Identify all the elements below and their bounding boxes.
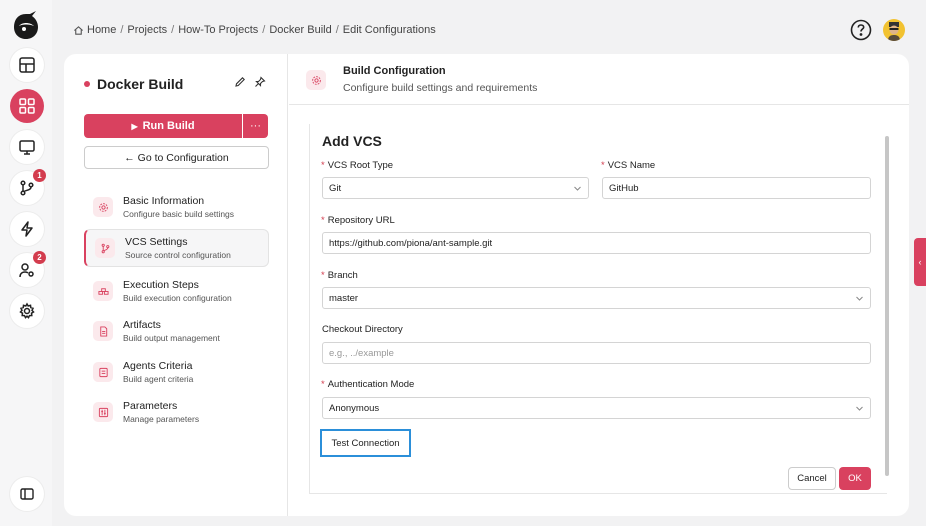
rail-users-button[interactable]: 2 — [10, 251, 46, 287]
pin-icon[interactable] — [254, 76, 266, 88]
checkout-directory-label: Checkout Directory — [322, 324, 403, 335]
authentication-mode-select[interactable]: Anonymous — [322, 397, 871, 419]
repository-url-input[interactable]: https://github.com/piona/ant-sample.git — [322, 232, 871, 254]
run-build-button[interactable]: ▶ Run Build — [84, 114, 242, 138]
panel-title: Build Configuration — [343, 65, 446, 77]
app-logo-icon[interactable] — [10, 8, 42, 42]
table-layout-icon — [19, 57, 35, 73]
nav-vcs-settings[interactable]: VCS Settings Source control configuration — [84, 229, 269, 267]
vcs-name-input[interactable]: GitHub — [602, 177, 871, 199]
nav-basic-information[interactable]: Basic Information Configure basic build s… — [84, 188, 269, 226]
user-avatar[interactable] — [883, 19, 905, 41]
cancel-button[interactable]: Cancel — [788, 467, 836, 490]
more-dots-icon: ··· — [250, 120, 261, 132]
vcs-name-label: * VCS Name — [601, 160, 656, 171]
rail-dashboard-button[interactable] — [10, 48, 44, 82]
sidebar-panel-icon — [20, 488, 34, 500]
home-icon — [74, 25, 83, 35]
branch-select[interactable]: master — [322, 287, 871, 309]
lightning-icon — [21, 221, 33, 237]
steps-icon — [97, 287, 109, 295]
vcs-root-type-label: * VCS Root Type — [321, 160, 394, 171]
main-card: Docker Build ▶ Run Build ··· ← Go to Con… — [64, 54, 909, 516]
status-dot — [84, 81, 90, 87]
server-icon — [98, 367, 108, 377]
nav-agents-criteria[interactable]: Agents Criteria Build agent criteria — [84, 353, 269, 391]
panel-collapse-tab[interactable]: ‹ — [914, 238, 926, 286]
go-to-configuration-button[interactable]: ← Go to Configuration — [84, 146, 269, 169]
file-icon — [99, 325, 107, 337]
rail-projects-button[interactable] — [10, 89, 44, 123]
breadcrumb-current: Edit Configurations — [342, 24, 436, 36]
chevron-down-icon — [856, 296, 863, 301]
run-options-button[interactable]: ··· — [243, 114, 268, 138]
users-badge: 2 — [33, 251, 46, 264]
form-title: Add VCS — [322, 133, 382, 149]
form-scrollbar[interactable] — [885, 136, 889, 476]
gear-icon — [19, 302, 35, 319]
chevron-down-icon — [574, 186, 581, 191]
panel-header: Build Configuration Configure build sett… — [289, 54, 909, 105]
left-rail: 1 2 — [0, 0, 52, 526]
monitor-icon — [19, 140, 35, 155]
config-sidebar: Docker Build ▶ Run Build ··· ← Go to Con… — [64, 54, 288, 516]
gear-icon — [98, 202, 108, 212]
git-branch-icon — [20, 180, 34, 196]
ok-button[interactable]: OK — [839, 467, 871, 490]
rail-branches-button[interactable]: 1 — [10, 169, 46, 205]
grid-icon — [19, 98, 35, 114]
avatar-face-icon — [888, 22, 900, 41]
branch-label: * Branch — [321, 270, 358, 281]
build-title: Docker Build — [84, 76, 183, 92]
rail-agents-button[interactable] — [10, 130, 44, 164]
nav-parameters[interactable]: Parameters Manage parameters — [84, 393, 269, 431]
panel-subtitle: Configure build settings and requirement… — [343, 82, 538, 94]
edit-pencil-icon[interactable] — [234, 76, 246, 88]
breadcrumb-home[interactable]: Home — [87, 24, 116, 36]
authentication-mode-label: * Authentication Mode — [321, 379, 415, 390]
checkout-directory-input[interactable]: e.g., ../example — [322, 342, 871, 364]
breadcrumb: Home / Projects / How-To Projects / Dock… — [73, 24, 436, 36]
sliders-icon — [98, 407, 108, 417]
branches-badge: 1 — [33, 169, 46, 182]
nav-artifacts[interactable]: Artifacts Build output management — [84, 312, 269, 350]
breadcrumb-projects[interactable]: Projects — [127, 24, 167, 36]
test-connection-button[interactable]: Test Connection — [320, 429, 411, 457]
chevron-down-icon — [856, 406, 863, 411]
rail-settings-button[interactable] — [10, 294, 44, 328]
play-icon: ▶ — [131, 121, 138, 131]
chevron-left-icon: ‹ — [918, 257, 922, 267]
help-icon[interactable] — [850, 19, 872, 41]
nav-execution-steps[interactable]: Execution Steps Build execution configura… — [84, 272, 269, 310]
git-branch-icon — [101, 243, 109, 253]
vcs-root-type-select[interactable]: Git — [322, 177, 589, 199]
breadcrumb-howto-projects[interactable]: How-To Projects — [178, 24, 258, 36]
rail-triggers-button[interactable] — [10, 212, 44, 246]
breadcrumb-docker-build[interactable]: Docker Build — [269, 24, 331, 36]
repository-url-label: * Repository URL — [321, 215, 395, 226]
sidebar-toggle-button[interactable] — [10, 477, 44, 511]
user-settings-icon — [19, 263, 34, 278]
gear-icon — [311, 75, 321, 85]
